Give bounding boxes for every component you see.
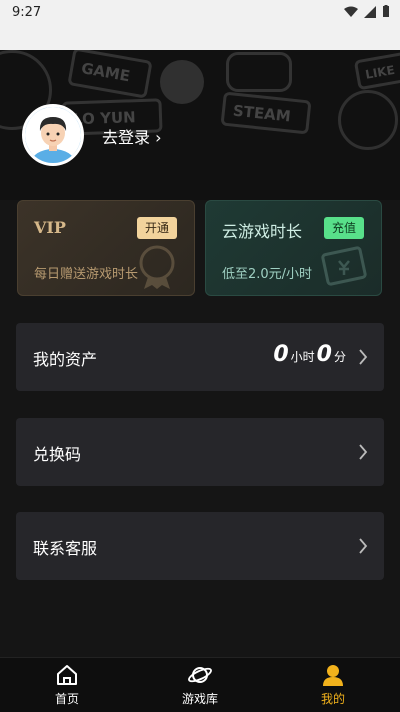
status-time: 9:27: [12, 5, 42, 20]
my-assets-label: 我的资产: [33, 350, 98, 369]
nav-mine[interactable]: 我的: [293, 664, 373, 707]
decor-game-stamp: GAME: [67, 50, 153, 99]
wifi-icon: [344, 6, 358, 17]
decor-like-stamp: LIKE: [353, 51, 400, 91]
contact-service-label: 联系客服: [33, 539, 98, 558]
decor-steam-stamp: STEAM: [220, 91, 312, 135]
chevron-right-icon: [359, 349, 368, 365]
cloud-time-card[interactable]: 云游戏时长 充值 低至2.0元/小时: [205, 200, 382, 296]
asset-balance: 0 小时 0 分: [273, 342, 348, 367]
signal-icon: [364, 5, 376, 18]
decor-medal-icon: [160, 60, 204, 104]
nav-game-library[interactable]: 游戏库: [160, 664, 240, 707]
avatar-icon: [25, 107, 81, 163]
recharge-button[interactable]: 充值: [323, 217, 364, 239]
avatar[interactable]: [22, 104, 84, 166]
vip-subtitle: 每日赠送游戏时长: [34, 267, 139, 282]
bottom-nav: 首页 游戏库 我的: [0, 657, 400, 712]
asset-hours-unit: 小时: [290, 350, 315, 364]
decor-circle: [338, 90, 398, 150]
nav-library-label: 游戏库: [181, 692, 218, 706]
vip-open-button[interactable]: 开通: [136, 217, 177, 239]
battery-icon: [383, 5, 389, 17]
nav-home-label: 首页: [54, 692, 79, 706]
status-icons: [344, 5, 390, 18]
user-icon: [323, 665, 343, 686]
cloud-time-subtitle: 低至2.0元/小时: [222, 267, 313, 282]
cloud-time-title: 云游戏时长: [222, 222, 303, 241]
planet-icon: [188, 667, 212, 683]
vip-title: VIP: [34, 218, 66, 237]
coupon-icon: [321, 246, 367, 286]
chevron-right-icon: [359, 444, 368, 460]
redeem-code-row[interactable]: 兑换码: [16, 418, 384, 486]
login-link[interactable]: 去登录 ›: [102, 124, 162, 148]
nav-home[interactable]: 首页: [27, 664, 107, 707]
my-assets-row[interactable]: 我的资产 0 小时 0 分: [16, 323, 384, 391]
asset-hours: 0: [273, 342, 289, 367]
login-label: 去登录 ›: [102, 128, 162, 147]
asset-minutes: 0: [316, 342, 332, 367]
decor-gamepad-icon: [226, 52, 292, 92]
redeem-code-label: 兑换码: [33, 445, 82, 464]
asset-minutes-unit: 分: [333, 350, 346, 364]
vip-badge-icon: [139, 245, 175, 289]
chevron-right-icon: [359, 538, 368, 554]
status-bar: 9:27: [0, 0, 400, 26]
vip-card[interactable]: VIP 开通 每日赠送游戏时长: [17, 200, 195, 296]
contact-service-row[interactable]: 联系客服: [16, 512, 384, 580]
home-icon: [57, 665, 77, 685]
top-blank-bar: [0, 26, 400, 50]
nav-mine-label: 我的: [320, 692, 345, 706]
